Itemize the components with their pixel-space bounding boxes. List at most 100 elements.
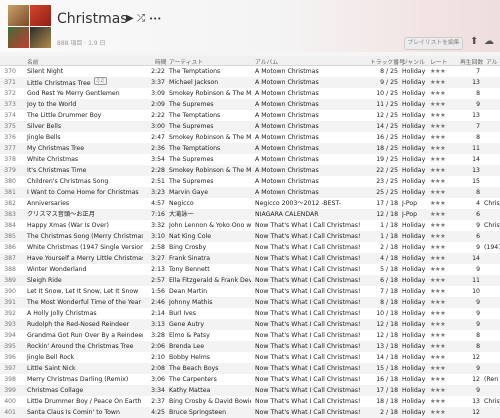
- table-row[interactable]: 372 God Rest Ye Merry Gentlemen 3:09 Smokey…: [0, 88, 500, 99]
- shuffle-icon[interactable]: ⤮: [137, 13, 145, 24]
- song-rating[interactable]: ★★★: [430, 264, 460, 275]
- table-row[interactable]: 393 Rudolph the Red-Nosed Reindeer 3:13 Gen…: [0, 319, 500, 330]
- song-play-count-text: 13: [472, 398, 480, 405]
- song-rating[interactable]: ★★★: [430, 374, 460, 385]
- song-rating[interactable]: ★★★: [430, 121, 460, 132]
- song-rating[interactable]: ★★★: [430, 286, 460, 297]
- song-time-text: 1:56: [151, 288, 165, 295]
- table-row[interactable]: 384 Happy Xmas (War Is Over) 3:32 John Lenn…: [0, 220, 500, 231]
- song-name-text: Silent Night: [27, 68, 64, 75]
- table-row[interactable]: 400 Little Drummer Boy / Peace On Earth 2:…: [0, 396, 500, 407]
- song-rating[interactable]: ★★★: [430, 308, 460, 319]
- table-row[interactable]: 387 Have Yourself a Merry Little Christma…: [0, 253, 500, 264]
- song-rating[interactable]: ★★★: [430, 275, 460, 286]
- track-index: 399: [0, 385, 16, 396]
- song-rating[interactable]: ★★★: [430, 198, 460, 209]
- song-rating[interactable]: ★★★: [430, 187, 460, 198]
- song-time-text: 3:00: [151, 123, 165, 130]
- column-header-plays[interactable]: 再生回数: [460, 57, 483, 66]
- song-time: 1:56: [143, 286, 165, 297]
- upload-icon[interactable]: ⬆: [470, 36, 478, 47]
- table-row[interactable]: 376 Jingle Bells 2:47 Smokey Robinson & The…: [0, 132, 500, 143]
- song-rating[interactable]: ★★★: [430, 143, 460, 154]
- song-rating[interactable]: ★★★: [430, 363, 460, 374]
- song-rating[interactable]: ★★★: [430, 176, 460, 187]
- column-header-genre[interactable]: ジャンル: [402, 57, 425, 66]
- table-row[interactable]: 375 Silver Bells 3:00 The Supremes A Motown …: [0, 121, 500, 132]
- song-rating[interactable]: ★★★: [430, 88, 460, 99]
- song-time: 4:25: [143, 407, 165, 418]
- song-rating[interactable]: ★★★: [430, 352, 460, 363]
- song-rating[interactable]: ★★★: [430, 242, 460, 253]
- song-artist-text: The Temptations: [169, 112, 221, 119]
- table-row[interactable]: 401 Santa Claus Is Comin' to Town 4:25 Bruc…: [0, 407, 500, 418]
- table-row[interactable]: 390 Let It Snow, Let It Snow, Let It Snow…: [0, 286, 500, 297]
- table-row[interactable]: 377 My Christmas Tree 2:36 The Temptations A…: [0, 143, 500, 154]
- song-rating[interactable]: ★★★: [430, 209, 460, 220]
- song-rating[interactable]: ★★★: [430, 341, 460, 352]
- table-row[interactable]: 399 Christmas Collage 3:34 Kathy Mattea Now …: [0, 385, 500, 396]
- table-row[interactable]: 394 Grandma Got Run Over By a Reindeer 3:2…: [0, 330, 500, 341]
- song-rating[interactable]: ★★★: [430, 385, 460, 396]
- table-row[interactable]: 383 クリスマス音頭～お正月 7:16 大滝詠一 NIAGARA CALENDAR 12…: [0, 209, 500, 220]
- column-header-track-number[interactable]: トラック番号: [370, 57, 405, 66]
- table-row[interactable]: 396 Jingle Bell Rock 2:10 Bobby Helms Now Th…: [0, 352, 500, 363]
- song-track-number: 7 / 18: [367, 286, 398, 297]
- table-row[interactable]: 374 The Little Drummer Boy 2:22 The Temptat…: [0, 110, 500, 121]
- song-rating[interactable]: ★★★: [430, 77, 460, 88]
- song-rating[interactable]: ★★★: [430, 165, 460, 176]
- table-row[interactable]: 370 Silent Night 2:22 The Temptations A Moto…: [0, 66, 500, 77]
- song-play-count-text: 8: [476, 90, 480, 97]
- column-header-artist[interactable]: アーティスト: [169, 57, 203, 66]
- song-rating[interactable]: ★★★: [430, 330, 460, 341]
- song-rating[interactable]: ★★★: [430, 66, 460, 77]
- song-rating[interactable]: ★★★: [430, 231, 460, 242]
- table-row[interactable]: 381 I Want to Come Home for Christmas 3:23…: [0, 187, 500, 198]
- song-name-text: Little Christmas Tree: [27, 80, 91, 87]
- more-options-icon[interactable]: •••: [149, 15, 161, 23]
- table-row[interactable]: 379 It's Christmas Time 2:28 Smokey Robinso…: [0, 165, 500, 176]
- column-header-album[interactable]: アルバム: [255, 57, 278, 66]
- song-rating[interactable]: ★★★: [430, 297, 460, 308]
- table-row[interactable]: 373 Joy to the World 2:09 The Supremes A Mot…: [0, 99, 500, 110]
- table-row[interactable]: 391 The Most Wonderful Time of the Year 2:…: [0, 297, 500, 308]
- table-row[interactable]: 388 Winter Wonderland 2:13 Tony Bennett Now …: [0, 264, 500, 275]
- table-row[interactable]: 385 The Christmas Song (Merry Christmas t…: [0, 231, 500, 242]
- song-artist: The Temptations: [169, 143, 251, 154]
- column-header-time[interactable]: 時間: [155, 57, 167, 66]
- song-rating[interactable]: ★★★: [430, 319, 460, 330]
- column-header-rating[interactable]: レート: [430, 57, 447, 66]
- column-header-album-artist[interactable]: アル: [486, 57, 498, 66]
- table-row[interactable]: 371 Little Christmas Tree ♫♫ 3:37 Michael Ja…: [0, 77, 500, 88]
- table-row[interactable]: 382 Anniversaries 4:57 Negicco Negicco 2003～…: [0, 198, 500, 209]
- song-genre: Holiday: [402, 242, 428, 253]
- table-row[interactable]: 392 A Holly Jolly Christmas 2:14 Burl Ives N…: [0, 308, 500, 319]
- song-rating[interactable]: ★★★: [430, 110, 460, 121]
- song-time-text: 2:28: [151, 167, 165, 174]
- song-track-number: 10 / 18: [367, 308, 398, 319]
- cloud-download-icon[interactable]: ☁: [484, 36, 494, 47]
- song-name-text: Winter Wonderland: [27, 266, 87, 273]
- song-rating[interactable]: ★★★: [430, 154, 460, 165]
- song-track-number: 16 / 25: [367, 132, 398, 143]
- song-rating[interactable]: ★★★: [430, 99, 460, 110]
- song-rating[interactable]: ★★★: [430, 220, 460, 231]
- table-row[interactable]: 398 Merry Christmas Darling (Remix) 3:06 Th…: [0, 374, 500, 385]
- song-artist-text: Brenda Lee: [169, 343, 205, 350]
- table-row[interactable]: 378 White Christmas 3:54 The Supremes A Moto…: [0, 154, 500, 165]
- song-rating[interactable]: ★★★: [430, 253, 460, 264]
- column-header-name[interactable]: 名前: [27, 57, 39, 66]
- table-row[interactable]: 397 Little Saint Nick 2:08 The Beach Boys No…: [0, 363, 500, 374]
- song-rating[interactable]: ★★★: [430, 407, 460, 418]
- song-rating[interactable]: ★★★: [430, 132, 460, 143]
- edit-playlist-button[interactable]: プレイリストを編集: [404, 37, 463, 50]
- table-row[interactable]: 389 Sleigh Ride 2:57 Ella Fitzgerald & Fran…: [0, 275, 500, 286]
- table-row[interactable]: 395 Rockin' Around the Christmas Tree 2:06…: [0, 341, 500, 352]
- track-index-text: 383: [4, 211, 16, 218]
- song-rating[interactable]: ★★★: [430, 396, 460, 407]
- table-row[interactable]: 380 Children's Christmas Song 2:51 The Supr…: [0, 176, 500, 187]
- song-rating-text: ★★★: [430, 310, 446, 317]
- play-icon[interactable]: ▶: [126, 13, 134, 24]
- song-rating-text: ★★★: [430, 343, 446, 350]
- table-row[interactable]: 386 White Christmas (1947 Single Version)…: [0, 242, 500, 253]
